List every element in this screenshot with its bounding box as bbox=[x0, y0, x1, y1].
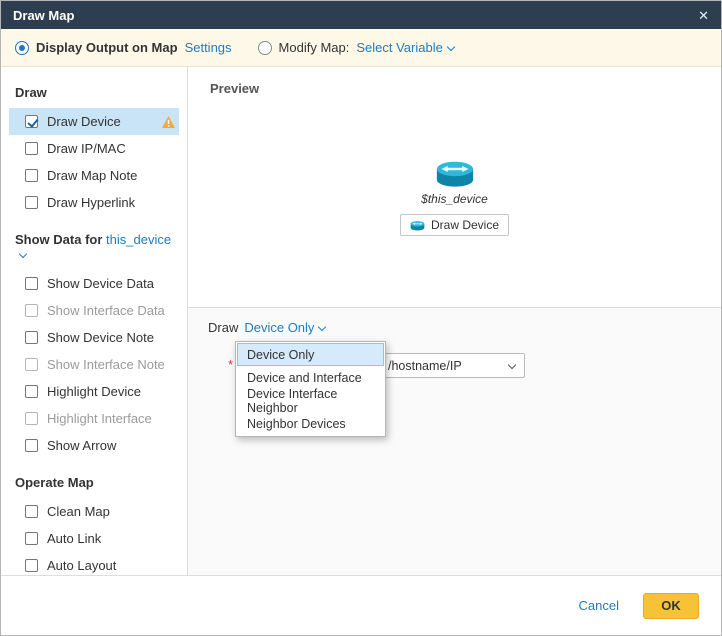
draw-label: Draw bbox=[208, 320, 238, 335]
draw-mode-text: Device Only bbox=[244, 320, 314, 335]
checkbox-label: Show Device Data bbox=[47, 276, 154, 291]
checkbox[interactable] bbox=[25, 412, 38, 425]
dropdown-option-label: Device and Interface bbox=[247, 371, 362, 385]
checkbox-row-highlight-interface[interactable]: Highlight Interface bbox=[9, 405, 179, 432]
checkbox-label: Draw Device bbox=[47, 114, 121, 129]
checkbox-row-show-device-data[interactable]: Show Device Data bbox=[9, 270, 179, 297]
checkbox-label: Draw Hyperlink bbox=[47, 195, 135, 210]
select-variable-link[interactable]: Select Variable bbox=[356, 40, 453, 55]
checkbox-row-show-interface-note[interactable]: Show Interface Note bbox=[9, 351, 179, 378]
checkbox-row-show-device-note[interactable]: Show Device Note bbox=[9, 324, 179, 351]
section-title-show-data: Show Data for this_device bbox=[15, 232, 173, 262]
checkbox-label: Show Interface Data bbox=[47, 303, 165, 318]
chevron-down-icon bbox=[19, 250, 27, 258]
checkbox-label: Auto Link bbox=[47, 531, 101, 546]
checkbox-row-clean-map[interactable]: Clean Map bbox=[9, 498, 179, 525]
router-icon bbox=[410, 220, 425, 231]
checkbox-row-draw-ip-mac[interactable]: Draw IP/MAC bbox=[9, 135, 179, 162]
display-output-label: Display Output on Map bbox=[36, 40, 178, 55]
chevron-down-icon bbox=[447, 43, 455, 51]
device-label: $this_device bbox=[421, 192, 488, 206]
dialog-titlebar: Draw Map ✕ bbox=[1, 1, 721, 29]
chevron-down-icon bbox=[508, 361, 516, 369]
main-panel: Preview $this_device bbox=[188, 67, 721, 575]
dropdown-option-device-interface-neighbor[interactable]: Device Interface Neighbor bbox=[237, 389, 384, 412]
checkbox[interactable] bbox=[25, 304, 38, 317]
dialog-title: Draw Map bbox=[13, 8, 74, 23]
required-marker: * bbox=[228, 357, 233, 372]
checkbox-label: Clean Map bbox=[47, 504, 110, 519]
dropdown-option-neighbor-devices[interactable]: Neighbor Devices bbox=[237, 412, 384, 435]
checkbox-label: Show Arrow bbox=[47, 438, 116, 453]
checkbox-label: Draw IP/MAC bbox=[47, 141, 126, 156]
dropdown-option-device-only[interactable]: Device Only bbox=[237, 343, 384, 366]
checkbox-row-draw-map-note[interactable]: Draw Map Note bbox=[9, 162, 179, 189]
chevron-down-icon bbox=[318, 323, 326, 331]
checkbox[interactable] bbox=[25, 439, 38, 452]
checkbox-row-draw-device[interactable]: Draw Device bbox=[9, 108, 179, 135]
checkbox-row-show-interface-data[interactable]: Show Interface Data bbox=[9, 297, 179, 324]
modify-map-label: Modify Map: bbox=[279, 40, 350, 55]
checkbox[interactable] bbox=[25, 559, 38, 572]
draw-mode-link[interactable]: Device Only bbox=[244, 320, 325, 335]
preview-panel: Preview $this_device bbox=[188, 67, 721, 308]
close-icon[interactable]: ✕ bbox=[698, 9, 709, 22]
router-icon bbox=[435, 159, 475, 188]
checkbox-row-auto-link[interactable]: Auto Link bbox=[9, 525, 179, 552]
checkbox-label: Highlight Device bbox=[47, 384, 141, 399]
checkbox[interactable] bbox=[25, 142, 38, 155]
warning-icon bbox=[162, 116, 175, 128]
draw-options-panel: Draw Device Only * /hostname/IP Device O… bbox=[188, 308, 721, 575]
display-output-option[interactable]: Display Output on Map Settings bbox=[15, 40, 232, 55]
preview-title: Preview bbox=[210, 81, 721, 96]
this-device-text: this_device bbox=[106, 232, 171, 247]
checkbox-label: Show Interface Note bbox=[47, 357, 165, 372]
mode-bar: Display Output on Map Settings Modify Ma… bbox=[1, 29, 721, 67]
ok-button[interactable]: OK bbox=[643, 593, 699, 619]
dropdown-option-label: Device Only bbox=[247, 348, 314, 362]
draw-mode-dropdown: Device Only Device and Interface Device … bbox=[235, 341, 386, 437]
options-sidebar: Draw Draw Device Draw IP/MAC Draw Map No… bbox=[1, 67, 188, 575]
show-data-for-text: Show Data for bbox=[15, 232, 102, 247]
checkbox[interactable] bbox=[25, 385, 38, 398]
dropdown-option-label: Device Interface Neighbor bbox=[247, 387, 374, 415]
checkbox[interactable] bbox=[25, 358, 38, 371]
preview-device: $this_device Draw Device bbox=[188, 159, 721, 236]
checkbox-label: Draw Map Note bbox=[47, 168, 137, 183]
checkbox[interactable] bbox=[25, 505, 38, 518]
settings-link[interactable]: Settings bbox=[185, 40, 232, 55]
section-title-draw: Draw bbox=[15, 85, 173, 100]
checkbox-row-highlight-device[interactable]: Highlight Device bbox=[9, 378, 179, 405]
modify-map-option[interactable]: Modify Map: Select Variable bbox=[258, 40, 454, 55]
checkbox-row-show-arrow[interactable]: Show Arrow bbox=[9, 432, 179, 459]
dialog-content: Draw Draw Device Draw IP/MAC Draw Map No… bbox=[1, 67, 721, 575]
checkbox[interactable] bbox=[25, 115, 38, 128]
radio-display-output[interactable] bbox=[15, 41, 29, 55]
checkbox[interactable] bbox=[25, 331, 38, 344]
dialog-footer: Cancel OK bbox=[1, 575, 721, 635]
draw-map-dialog: Draw Map ✕ Display Output on Map Setting… bbox=[0, 0, 722, 636]
checkbox[interactable] bbox=[25, 169, 38, 182]
dropdown-option-label: Neighbor Devices bbox=[247, 417, 346, 431]
checkbox-label: Highlight Interface bbox=[47, 411, 152, 426]
select-variable-text: Select Variable bbox=[356, 40, 442, 55]
draw-device-button-label: Draw Device bbox=[431, 218, 499, 232]
cancel-button[interactable]: Cancel bbox=[579, 598, 619, 613]
checkbox-label: Show Device Note bbox=[47, 330, 154, 345]
section-title-operate-map: Operate Map bbox=[15, 475, 173, 490]
checkbox[interactable] bbox=[25, 532, 38, 545]
checkbox[interactable] bbox=[25, 196, 38, 209]
draw-device-button[interactable]: Draw Device bbox=[400, 214, 509, 236]
checkbox[interactable] bbox=[25, 277, 38, 290]
checkbox-row-draw-hyperlink[interactable]: Draw Hyperlink bbox=[9, 189, 179, 216]
checkbox-label: Auto Layout bbox=[47, 558, 116, 573]
radio-modify-map[interactable] bbox=[258, 41, 272, 55]
draw-mode-row: Draw Device Only bbox=[208, 320, 721, 335]
